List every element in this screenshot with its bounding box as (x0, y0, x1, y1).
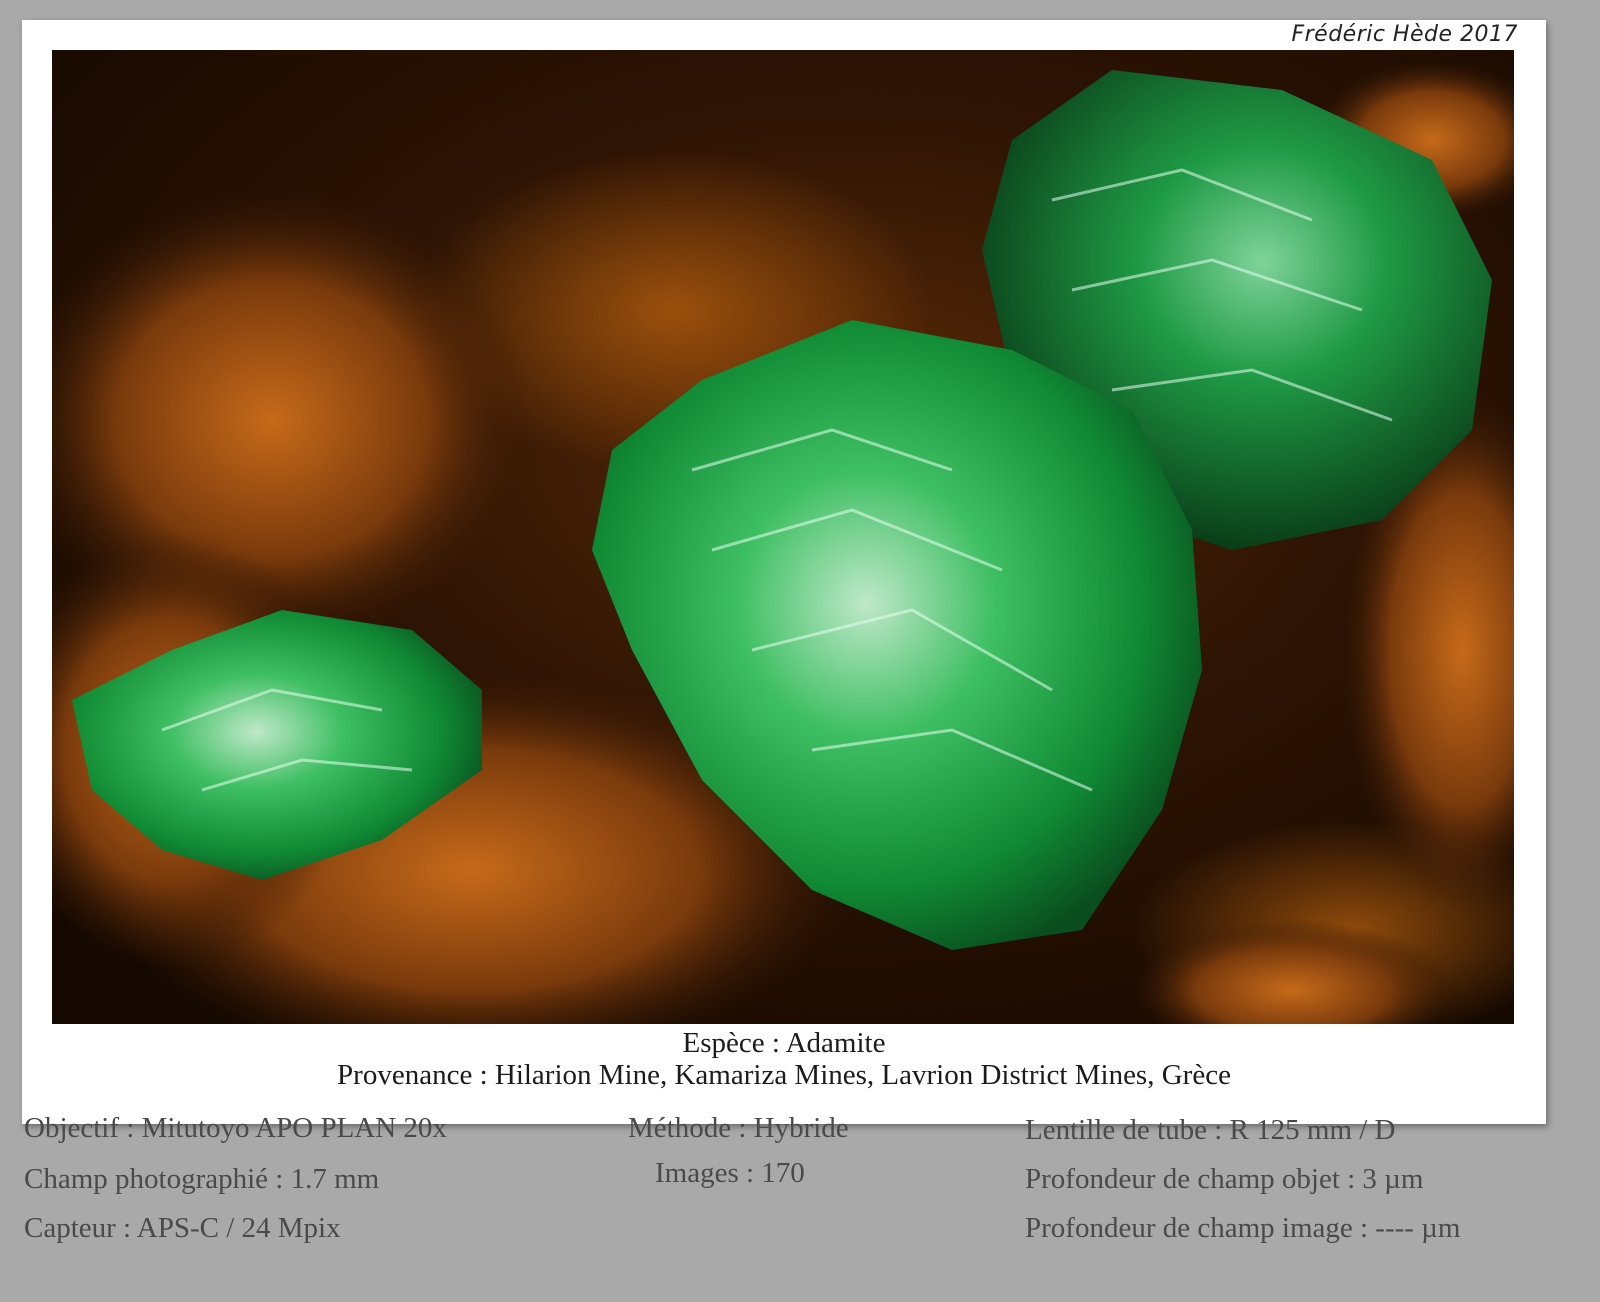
origin-caption: Provenance : Hilarion Mine, Kamariza Min… (337, 1059, 1231, 1091)
spec-method: Méthode : Hybride (628, 1112, 849, 1144)
photo-card: Frédéric Hède 2017 Espèce: Adamite Prov… (22, 20, 1546, 1124)
adamite-crystal-image (52, 50, 1514, 1024)
photographer-signature: Frédéric Hède 2017 (1291, 22, 1518, 47)
spec-objective: Objectif : Mitutoyo APO PLAN 20x (24, 1112, 447, 1144)
species-caption: Espèce : Adamite (682, 1027, 886, 1059)
spec-object-dof: Profondeur de champ objet : 3 µm (1025, 1163, 1424, 1195)
spec-field: Champ photographié : 1.7 mm (24, 1163, 380, 1195)
spec-sensor: Capteur : APS-C / 24 Mpix (24, 1212, 341, 1244)
spec-image-dof: Profondeur de champ image : ---- µm (1025, 1212, 1461, 1244)
mineral-photograph (52, 50, 1514, 1024)
spec-tube-lens: Lentille de tube : R 125 mm / D (1025, 1114, 1396, 1146)
spec-images: Images : 170 (655, 1157, 805, 1189)
